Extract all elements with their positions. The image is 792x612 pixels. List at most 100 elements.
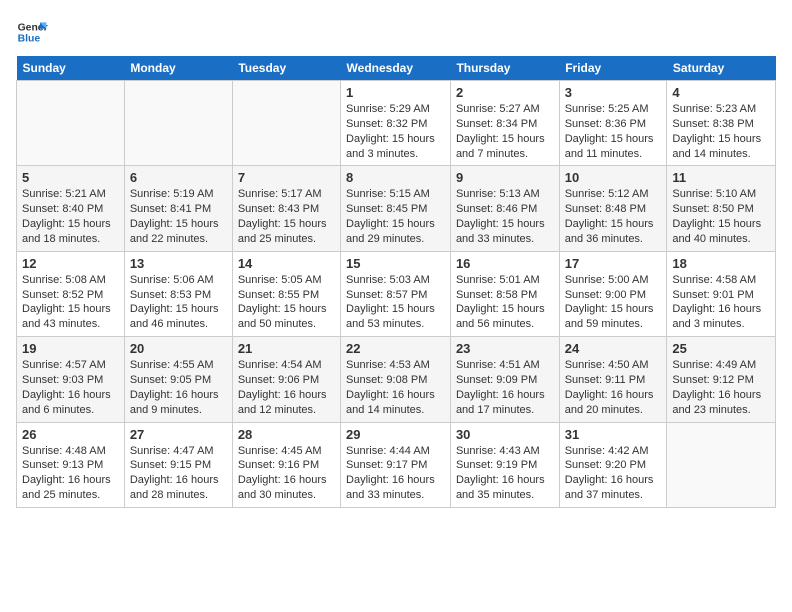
calendar-cell: 1 Sunrise: 5:29 AM Sunset: 8:32 PM Daylig… bbox=[341, 81, 451, 166]
calendar-cell: 12 Sunrise: 5:08 AM Sunset: 8:52 PM Dayli… bbox=[17, 251, 125, 336]
day-number: 1 bbox=[346, 85, 445, 100]
weekday-header-wednesday: Wednesday bbox=[341, 56, 451, 81]
day-number: 26 bbox=[22, 427, 119, 442]
day-info: Sunrise: 4:43 AM Sunset: 9:19 PM Dayligh… bbox=[456, 444, 554, 503]
day-info: Sunrise: 5:05 AM Sunset: 8:55 PM Dayligh… bbox=[238, 273, 335, 332]
day-info: Sunrise: 5:01 AM Sunset: 8:58 PM Dayligh… bbox=[456, 273, 554, 332]
day-info: Sunrise: 4:45 AM Sunset: 9:16 PM Dayligh… bbox=[238, 444, 335, 503]
calendar-cell: 30 Sunrise: 4:43 AM Sunset: 9:19 PM Dayli… bbox=[450, 422, 559, 507]
calendar-body: 1 Sunrise: 5:29 AM Sunset: 8:32 PM Daylig… bbox=[17, 81, 776, 508]
day-number: 2 bbox=[456, 85, 554, 100]
calendar-week-row: 19 Sunrise: 4:57 AM Sunset: 9:03 PM Dayli… bbox=[17, 337, 776, 422]
day-number: 9 bbox=[456, 170, 554, 185]
day-info: Sunrise: 4:58 AM Sunset: 9:01 PM Dayligh… bbox=[672, 273, 770, 332]
day-number: 6 bbox=[130, 170, 227, 185]
day-number: 3 bbox=[565, 85, 662, 100]
calendar-cell: 7 Sunrise: 5:17 AM Sunset: 8:43 PM Daylig… bbox=[232, 166, 340, 251]
day-info: Sunrise: 5:06 AM Sunset: 8:53 PM Dayligh… bbox=[130, 273, 227, 332]
day-number: 21 bbox=[238, 341, 335, 356]
day-info: Sunrise: 5:27 AM Sunset: 8:34 PM Dayligh… bbox=[456, 102, 554, 161]
day-number: 29 bbox=[346, 427, 445, 442]
calendar-week-row: 1 Sunrise: 5:29 AM Sunset: 8:32 PM Daylig… bbox=[17, 81, 776, 166]
day-number: 24 bbox=[565, 341, 662, 356]
weekday-header-friday: Friday bbox=[559, 56, 667, 81]
calendar-cell: 14Sunrise: 5:05 AM Sunset: 8:55 PM Dayli… bbox=[232, 251, 340, 336]
calendar-cell: 25Sunrise: 4:49 AM Sunset: 9:12 PM Dayli… bbox=[667, 337, 776, 422]
day-number: 31 bbox=[565, 427, 662, 442]
day-number: 27 bbox=[130, 427, 227, 442]
weekday-header-sunday: Sunday bbox=[17, 56, 125, 81]
calendar-cell: 28 Sunrise: 4:45 AM Sunset: 9:16 PM Dayli… bbox=[232, 422, 340, 507]
day-number: 22 bbox=[346, 341, 445, 356]
day-number: 25 bbox=[672, 341, 770, 356]
day-info: Sunrise: 5:03 AM Sunset: 8:57 PM Dayligh… bbox=[346, 273, 445, 332]
day-info: Sunrise: 4:54 AM Sunset: 9:06 PM Dayligh… bbox=[238, 358, 335, 417]
weekday-header-row: SundayMondayTuesdayWednesdayThursdayFrid… bbox=[17, 56, 776, 81]
weekday-header-saturday: Saturday bbox=[667, 56, 776, 81]
calendar-cell: 8Sunrise: 5:15 AM Sunset: 8:45 PM Daylig… bbox=[341, 166, 451, 251]
calendar-cell bbox=[667, 422, 776, 507]
logo: General Blue bbox=[16, 16, 48, 48]
day-info: Sunrise: 5:15 AM Sunset: 8:45 PM Dayligh… bbox=[346, 187, 445, 246]
day-info: Sunrise: 4:50 AM Sunset: 9:11 PM Dayligh… bbox=[565, 358, 662, 417]
day-info: Sunrise: 5:08 AM Sunset: 8:52 PM Dayligh… bbox=[22, 273, 119, 332]
calendar-cell: 15 Sunrise: 5:03 AM Sunset: 8:57 PM Dayli… bbox=[341, 251, 451, 336]
svg-text:Blue: Blue bbox=[18, 34, 41, 45]
day-info: Sunrise: 5:29 AM Sunset: 8:32 PM Dayligh… bbox=[346, 102, 445, 161]
calendar-cell: 19 Sunrise: 4:57 AM Sunset: 9:03 PM Dayli… bbox=[17, 337, 125, 422]
day-info: Sunrise: 5:13 AM Sunset: 8:46 PM Dayligh… bbox=[456, 187, 554, 246]
calendar-cell: 26 Sunrise: 4:48 AM Sunset: 9:13 PM Dayli… bbox=[17, 422, 125, 507]
calendar-cell: 13 Sunrise: 5:06 AM Sunset: 8:53 PM Dayli… bbox=[124, 251, 232, 336]
weekday-header-thursday: Thursday bbox=[450, 56, 559, 81]
calendar-cell: 18Sunrise: 4:58 AM Sunset: 9:01 PM Dayli… bbox=[667, 251, 776, 336]
day-number: 7 bbox=[238, 170, 335, 185]
calendar-cell: 3 Sunrise: 5:25 AM Sunset: 8:36 PM Daylig… bbox=[559, 81, 667, 166]
logo-icon: General Blue bbox=[16, 16, 48, 48]
day-number: 15 bbox=[346, 256, 445, 271]
day-number: 30 bbox=[456, 427, 554, 442]
day-info: Sunrise: 5:21 AM Sunset: 8:40 PM Dayligh… bbox=[22, 187, 119, 246]
calendar-week-row: 12 Sunrise: 5:08 AM Sunset: 8:52 PM Dayli… bbox=[17, 251, 776, 336]
day-info: Sunrise: 4:47 AM Sunset: 9:15 PM Dayligh… bbox=[130, 444, 227, 503]
day-number: 10 bbox=[565, 170, 662, 185]
day-number: 19 bbox=[22, 341, 119, 356]
calendar-cell: 17Sunrise: 5:00 AM Sunset: 9:00 PM Dayli… bbox=[559, 251, 667, 336]
day-number: 16 bbox=[456, 256, 554, 271]
calendar-table: SundayMondayTuesdayWednesdayThursdayFrid… bbox=[16, 56, 776, 508]
calendar-cell: 11Sunrise: 5:10 AM Sunset: 8:50 PM Dayli… bbox=[667, 166, 776, 251]
weekday-header-monday: Monday bbox=[124, 56, 232, 81]
day-number: 12 bbox=[22, 256, 119, 271]
day-number: 11 bbox=[672, 170, 770, 185]
calendar-cell: 24 Sunrise: 4:50 AM Sunset: 9:11 PM Dayli… bbox=[559, 337, 667, 422]
calendar-cell: 29 Sunrise: 4:44 AM Sunset: 9:17 PM Dayli… bbox=[341, 422, 451, 507]
day-number: 13 bbox=[130, 256, 227, 271]
day-info: Sunrise: 5:25 AM Sunset: 8:36 PM Dayligh… bbox=[565, 102, 662, 161]
day-number: 20 bbox=[130, 341, 227, 356]
day-info: Sunrise: 4:48 AM Sunset: 9:13 PM Dayligh… bbox=[22, 444, 119, 503]
calendar-cell bbox=[124, 81, 232, 166]
calendar-cell bbox=[17, 81, 125, 166]
calendar-cell: 10 Sunrise: 5:12 AM Sunset: 8:48 PM Dayli… bbox=[559, 166, 667, 251]
day-number: 17 bbox=[565, 256, 662, 271]
calendar-header: SundayMondayTuesdayWednesdayThursdayFrid… bbox=[17, 56, 776, 81]
day-info: Sunrise: 4:53 AM Sunset: 9:08 PM Dayligh… bbox=[346, 358, 445, 417]
calendar-cell: 16 Sunrise: 5:01 AM Sunset: 8:58 PM Dayli… bbox=[450, 251, 559, 336]
calendar-cell bbox=[232, 81, 340, 166]
calendar-cell: 9 Sunrise: 5:13 AM Sunset: 8:46 PM Daylig… bbox=[450, 166, 559, 251]
day-info: Sunrise: 4:57 AM Sunset: 9:03 PM Dayligh… bbox=[22, 358, 119, 417]
day-info: Sunrise: 4:44 AM Sunset: 9:17 PM Dayligh… bbox=[346, 444, 445, 503]
page-header: General Blue bbox=[16, 16, 776, 48]
day-info: Sunrise: 5:12 AM Sunset: 8:48 PM Dayligh… bbox=[565, 187, 662, 246]
day-info: Sunrise: 4:55 AM Sunset: 9:05 PM Dayligh… bbox=[130, 358, 227, 417]
day-info: Sunrise: 5:19 AM Sunset: 8:41 PM Dayligh… bbox=[130, 187, 227, 246]
day-info: Sunrise: 5:17 AM Sunset: 8:43 PM Dayligh… bbox=[238, 187, 335, 246]
calendar-cell: 31Sunrise: 4:42 AM Sunset: 9:20 PM Dayli… bbox=[559, 422, 667, 507]
calendar-cell: 23Sunrise: 4:51 AM Sunset: 9:09 PM Dayli… bbox=[450, 337, 559, 422]
calendar-cell: 27 Sunrise: 4:47 AM Sunset: 9:15 PM Dayli… bbox=[124, 422, 232, 507]
day-number: 28 bbox=[238, 427, 335, 442]
calendar-cell: 20 Sunrise: 4:55 AM Sunset: 9:05 PM Dayli… bbox=[124, 337, 232, 422]
day-number: 4 bbox=[672, 85, 770, 100]
calendar-cell: 2 Sunrise: 5:27 AM Sunset: 8:34 PM Daylig… bbox=[450, 81, 559, 166]
calendar-cell: 22 Sunrise: 4:53 AM Sunset: 9:08 PM Dayli… bbox=[341, 337, 451, 422]
calendar-week-row: 26 Sunrise: 4:48 AM Sunset: 9:13 PM Dayli… bbox=[17, 422, 776, 507]
